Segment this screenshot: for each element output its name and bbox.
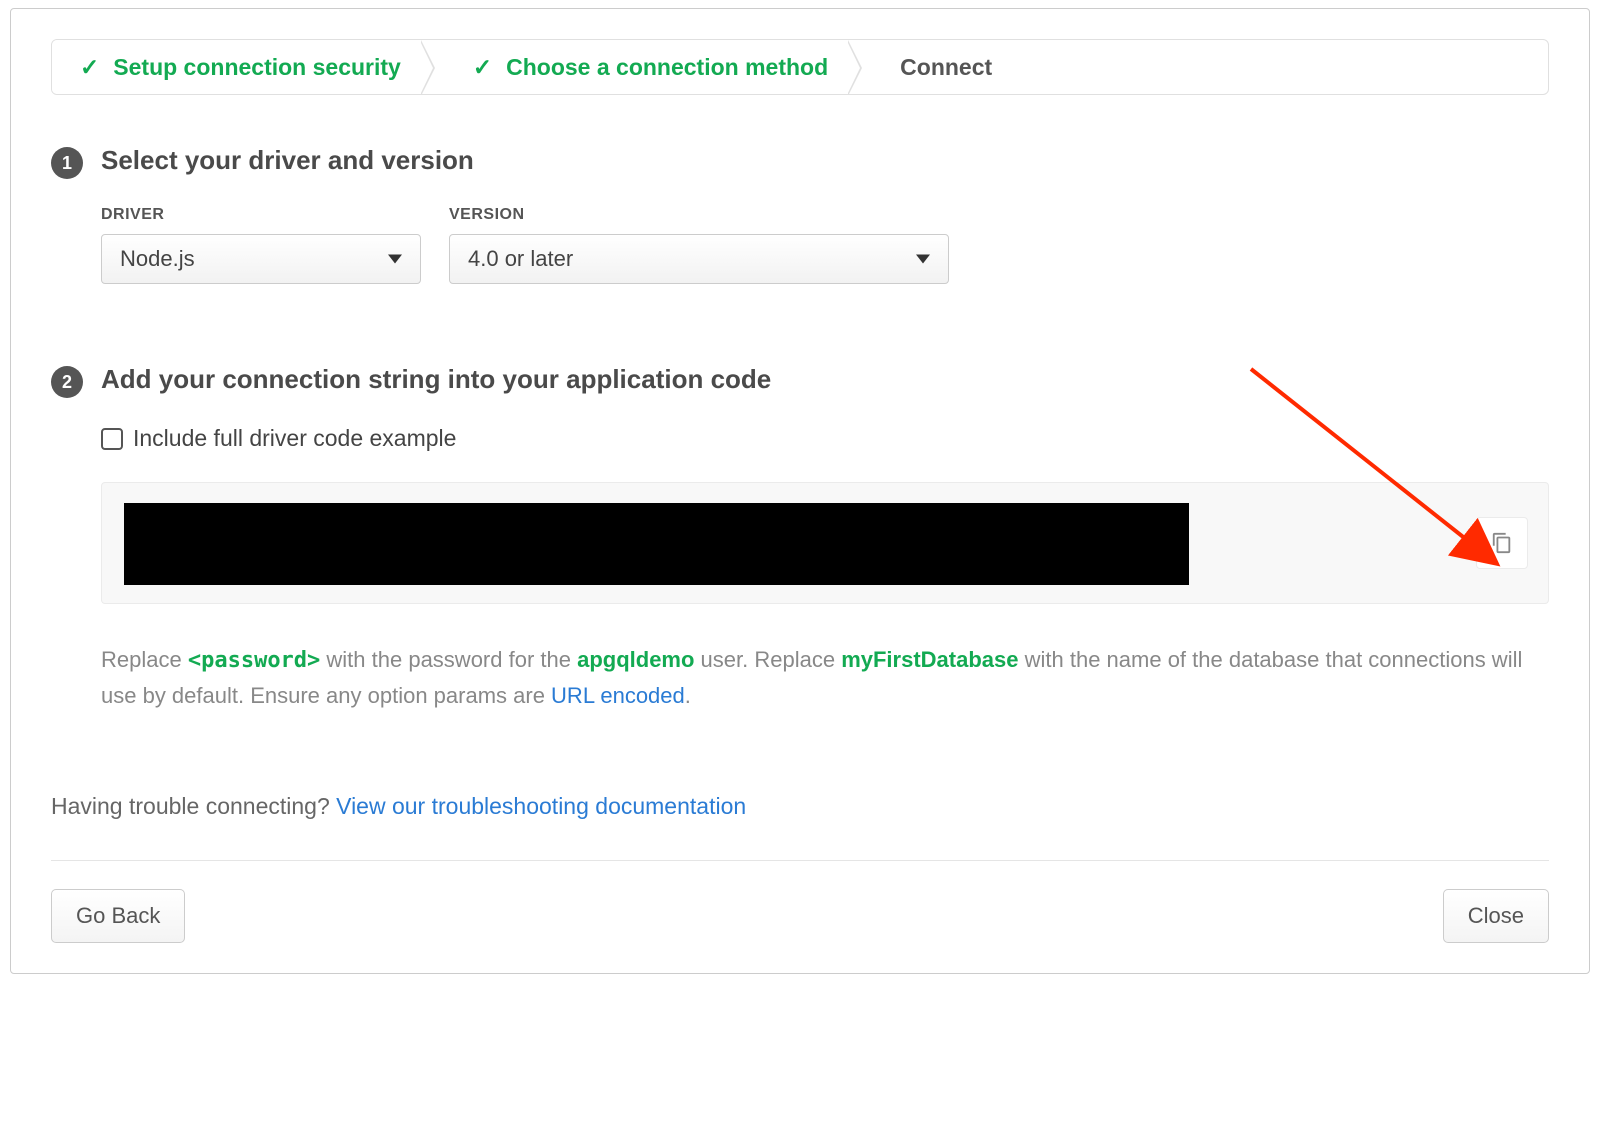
breadcrumb-step-method[interactable]: ✓ Choose a connection method [445,40,856,94]
modal-footer: Go Back Close [51,889,1549,943]
username-token: apgqldemo [577,647,694,672]
go-back-button[interactable]: Go Back [51,889,185,943]
helper-text: Replace <password> with the password for… [101,642,1549,713]
breadcrumb-step-connect[interactable]: Connect [872,40,1020,94]
chevron-right-icon [856,40,872,94]
footer-divider [51,860,1549,861]
connect-modal: ✓ Setup connection security ✓ Choose a c… [10,8,1590,974]
driver-value: Node.js [120,246,195,272]
version-select[interactable]: 4.0 or later [449,234,949,284]
chevron-right-icon [429,40,445,94]
url-encoded-link[interactable]: URL encoded [551,683,685,708]
include-example-row[interactable]: Include full driver code example [101,425,1549,452]
copy-icon [1491,532,1513,554]
troubleshoot-row: Having trouble connecting? View our trou… [51,793,1549,820]
step-number-badge: 1 [51,147,83,179]
driver-label: DRIVER [101,206,421,224]
step-2: 2 Add your connection string into your a… [51,364,1549,713]
caret-down-icon [388,255,402,264]
version-field: VERSION 4.0 or later [449,206,949,284]
database-token: myFirstDatabase [841,647,1018,672]
version-label: VERSION [449,206,949,224]
breadcrumb: ✓ Setup connection security ✓ Choose a c… [51,39,1549,95]
copy-button[interactable] [1476,517,1528,569]
check-icon: ✓ [473,54,492,81]
driver-field: DRIVER Node.js [101,206,421,284]
include-example-label: Include full driver code example [133,425,456,452]
include-example-checkbox[interactable] [101,428,123,450]
breadcrumb-label: Setup connection security [113,54,401,81]
close-button[interactable]: Close [1443,889,1549,943]
troubleshoot-link[interactable]: View our troubleshooting documentation [336,793,746,819]
caret-down-icon [916,255,930,264]
step-title: Select your driver and version [101,145,1549,176]
password-token: <password> [188,648,320,673]
connection-string-redacted[interactable] [124,503,1189,585]
step-title: Add your connection string into your app… [101,364,1549,395]
step-1: 1 Select your driver and version DRIVER … [51,145,1549,334]
breadcrumb-label: Choose a connection method [506,54,828,81]
driver-select[interactable]: Node.js [101,234,421,284]
breadcrumb-step-security[interactable]: ✓ Setup connection security [52,40,429,94]
breadcrumb-label: Connect [900,54,992,81]
version-value: 4.0 or later [468,246,573,272]
check-icon: ✓ [80,54,99,81]
step-number-badge: 2 [51,366,83,398]
connection-string-panel [101,482,1549,604]
